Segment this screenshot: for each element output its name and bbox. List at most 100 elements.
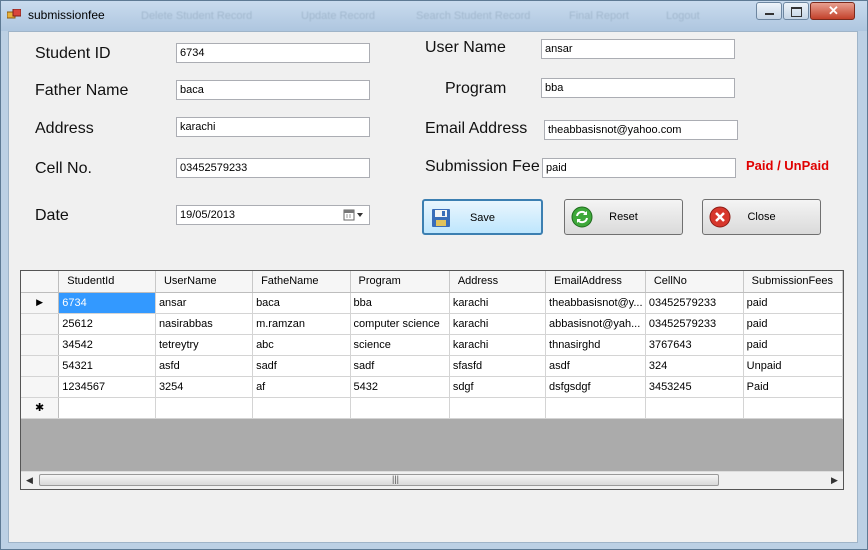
form-area: Student ID 6734 Father Name baca Address…	[8, 31, 858, 543]
grid-cell[interactable]: abbasisnot@yah...	[545, 313, 646, 335]
bg-menu-item: Delete Student Record	[141, 10, 253, 22]
grid-cell[interactable]: sdgf	[449, 376, 547, 398]
grip-icon: |||	[392, 474, 400, 484]
new-row[interactable]: ✱	[21, 397, 843, 419]
row-header[interactable]	[21, 334, 60, 356]
grid-cell-empty[interactable]	[743, 397, 843, 419]
calendar-icon[interactable]	[343, 209, 365, 221]
app-icon	[7, 9, 21, 19]
grid-cell[interactable]: 03452579233	[645, 292, 744, 314]
grid-cell[interactable]: asdf	[545, 355, 646, 377]
current-row-indicator-icon[interactable]: ▶	[21, 292, 60, 314]
close-button[interactable]: Close	[702, 199, 821, 235]
grid-cell-empty[interactable]	[252, 397, 351, 419]
grid-cell[interactable]: karachi	[449, 313, 547, 335]
reset-button[interactable]: Reset	[564, 199, 683, 235]
grid-cell[interactable]: 54321	[58, 355, 156, 377]
grid-cell-empty[interactable]	[58, 397, 156, 419]
title-bar[interactable]: submissionfee Delete Student Record Upda…	[1, 1, 867, 31]
grid-cell[interactable]: 25612	[58, 313, 156, 335]
address-field[interactable]: karachi	[176, 117, 370, 137]
grid-cell[interactable]: science	[350, 334, 450, 356]
cell-no-field[interactable]: 03452579233	[176, 158, 370, 178]
grid-cell[interactable]: paid	[743, 334, 843, 356]
bg-menu-item: Final Report	[569, 10, 629, 22]
col-header-fathename[interactable]: FatheName	[252, 271, 351, 293]
grid-cell[interactable]: 3254	[155, 376, 254, 398]
grid-cell[interactable]: sadf	[350, 355, 450, 377]
grid-cell[interactable]: ansar	[155, 292, 254, 314]
grid-cell[interactable]: 5432	[350, 376, 450, 398]
grid-cell[interactable]: theabbasisnot@y...	[545, 292, 646, 314]
grid-cell[interactable]: bba	[350, 292, 450, 314]
email-field[interactable]: theabbasisnot@yahoo.com	[544, 120, 738, 140]
col-header-submissionfees[interactable]: SubmissionFees	[743, 271, 843, 293]
grid-cell[interactable]: tetreytry	[155, 334, 254, 356]
grid-cell-empty[interactable]	[645, 397, 744, 419]
grid-cell[interactable]: nasirabbas	[155, 313, 254, 335]
scroll-thumb[interactable]: |||	[39, 474, 719, 486]
col-header-emailaddress[interactable]: EmailAddress	[545, 271, 646, 293]
grid-cell[interactable]: asfd	[155, 355, 254, 377]
horizontal-scrollbar[interactable]: ◀ ||| ▶	[21, 471, 843, 489]
save-button[interactable]: Save	[422, 199, 543, 235]
grid-cell[interactable]: paid	[743, 313, 843, 335]
col-header-address[interactable]: Address	[449, 271, 547, 293]
grid-cell[interactable]: af	[252, 376, 351, 398]
close-window-button[interactable]: ✕	[810, 2, 855, 20]
grid-cell[interactable]: paid	[743, 292, 843, 314]
grid-cell[interactable]: 6734	[58, 292, 156, 314]
date-picker[interactable]: 19/05/2013	[176, 205, 370, 225]
table-row[interactable]: 25612 nasirabbas m.ramzan computer scien…	[21, 313, 843, 335]
col-header-studentid[interactable]: StudentId	[58, 271, 156, 293]
grid-cell[interactable]: sadf	[252, 355, 351, 377]
grid-cell-empty[interactable]	[350, 397, 450, 419]
grid-table: StudentId UserName FatheName Program Add…	[21, 271, 843, 419]
scroll-left-icon[interactable]: ◀	[21, 472, 38, 489]
grid-cell-empty[interactable]	[545, 397, 646, 419]
grid-cell[interactable]: 03452579233	[645, 313, 744, 335]
grid-corner-header[interactable]	[21, 271, 60, 293]
maximize-button[interactable]	[783, 2, 809, 20]
row-header[interactable]	[21, 376, 60, 398]
grid-cell[interactable]: karachi	[449, 292, 547, 314]
email-label: Email Address	[425, 120, 528, 137]
reset-label: Reset	[609, 211, 638, 223]
table-row[interactable]: 54321 asfd sadf sadf sfasfd asdf 324 Unp…	[21, 355, 843, 377]
minimize-button[interactable]	[756, 2, 782, 20]
grid-cell[interactable]: 324	[645, 355, 744, 377]
col-header-username[interactable]: UserName	[155, 271, 254, 293]
program-field[interactable]: bba	[541, 78, 735, 98]
grid-cell[interactable]: Paid	[743, 376, 843, 398]
col-header-cellno[interactable]: CellNo	[645, 271, 744, 293]
table-row[interactable]: ▶ 6734 ansar baca bba karachi theabbasis…	[21, 292, 843, 314]
col-header-program[interactable]: Program	[350, 271, 450, 293]
grid-cell[interactable]: abc	[252, 334, 351, 356]
row-header[interactable]	[21, 355, 60, 377]
new-row-indicator-icon[interactable]: ✱	[21, 397, 60, 419]
grid-cell[interactable]: 34542	[58, 334, 156, 356]
grid-cell[interactable]: computer science	[350, 313, 450, 335]
grid-cell-empty[interactable]	[449, 397, 547, 419]
submission-fee-field[interactable]: paid	[542, 158, 736, 178]
grid-cell[interactable]: 3767643	[645, 334, 744, 356]
row-header[interactable]	[21, 313, 60, 335]
grid-cell[interactable]: Unpaid	[743, 355, 843, 377]
grid-cell[interactable]: sfasfd	[449, 355, 547, 377]
scroll-right-icon[interactable]: ▶	[826, 472, 843, 489]
table-row[interactable]: 1234567 3254 af 5432 sdgf dsfgsdgf 34532…	[21, 376, 843, 398]
grid-cell-empty[interactable]	[155, 397, 254, 419]
father-name-field[interactable]: baca	[176, 80, 370, 100]
grid-cell[interactable]: karachi	[449, 334, 547, 356]
grid-cell[interactable]: dsfgsdgf	[545, 376, 646, 398]
grid-cell[interactable]: 3453245	[645, 376, 744, 398]
student-data-grid[interactable]: StudentId UserName FatheName Program Add…	[20, 270, 844, 490]
grid-cell[interactable]: thnasirghd	[545, 334, 646, 356]
student-id-field[interactable]: 6734	[176, 43, 370, 63]
grid-cell[interactable]: m.ramzan	[252, 313, 351, 335]
submission-fee-label: Submission Fee	[425, 158, 540, 175]
grid-cell[interactable]: baca	[252, 292, 351, 314]
table-row[interactable]: 34542 tetreytry abc science karachi thna…	[21, 334, 843, 356]
user-name-field[interactable]: ansar	[541, 39, 735, 59]
grid-cell[interactable]: 1234567	[58, 376, 156, 398]
